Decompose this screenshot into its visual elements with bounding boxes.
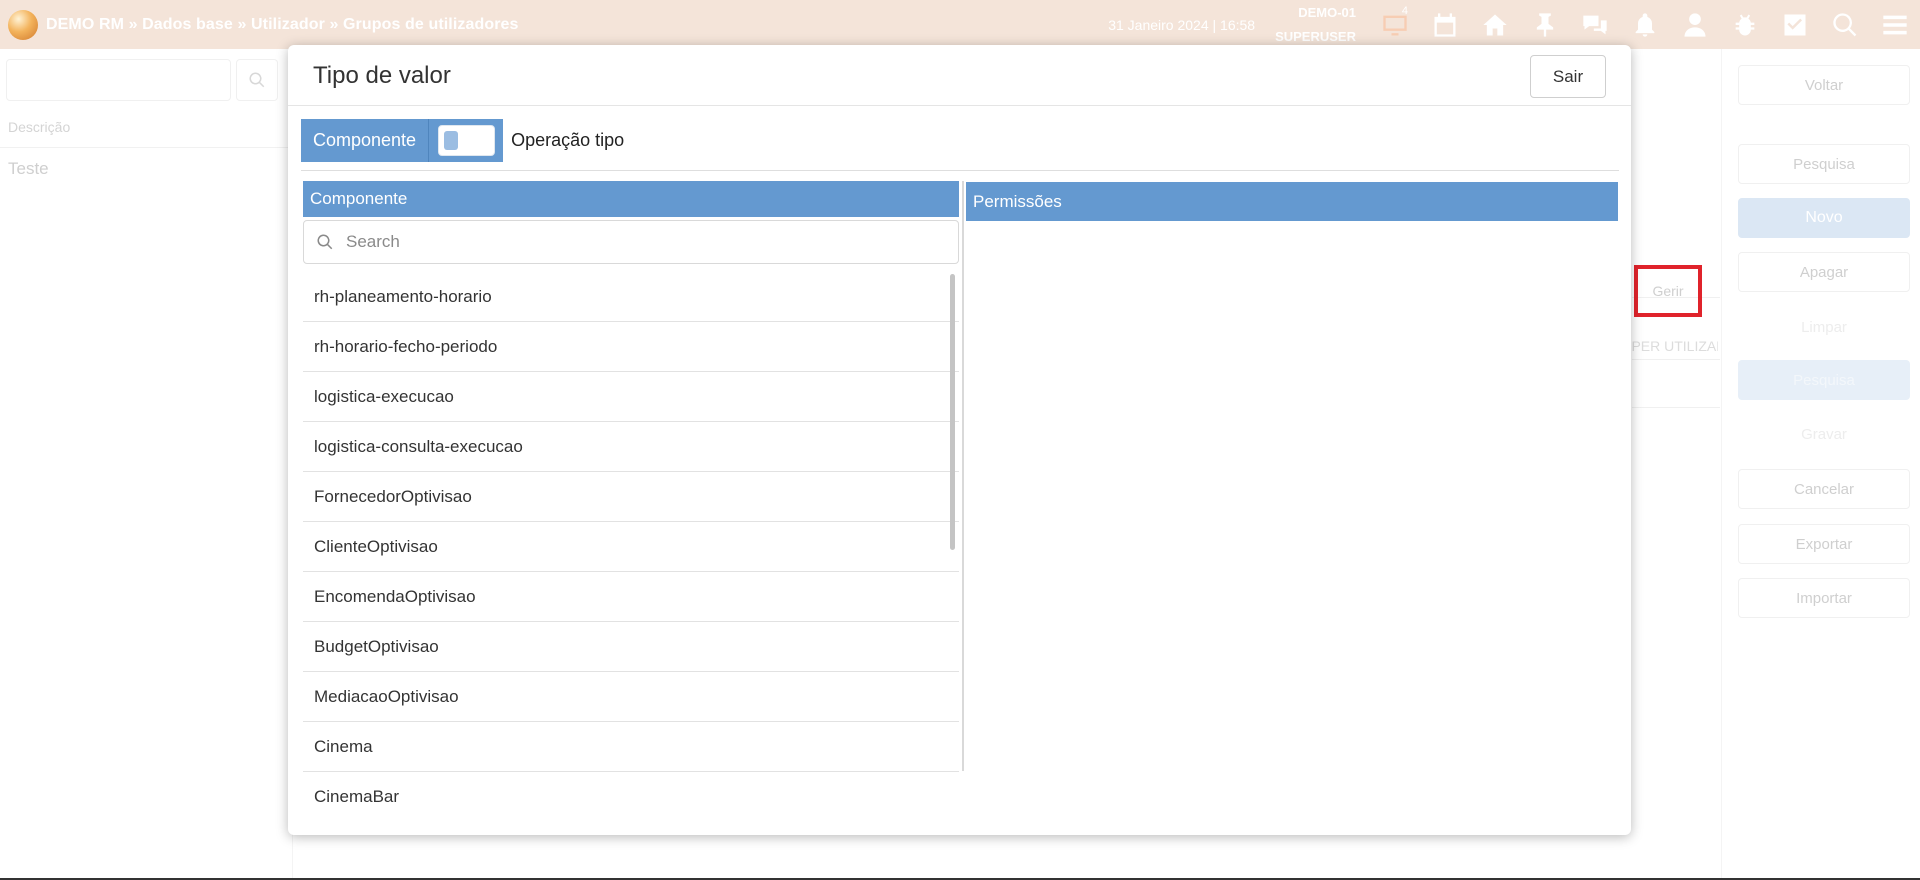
bug-icon[interactable] [1720,0,1770,49]
top-bar: DEMO RM » Dados base » Utilizador » Grup… [0,0,1920,49]
divider [1632,407,1720,408]
divider [301,170,1619,171]
user-icon[interactable] [1670,0,1720,49]
list-item[interactable]: BudgetOptivisao [303,622,959,672]
permissoes-header: Permissões [966,182,1618,221]
modal-title: Tipo de valor [313,62,451,89]
toggle-track [437,125,495,156]
type-toggle: Componente Operação tipo [301,119,624,162]
monitor-icon[interactable]: 4 [1370,0,1420,49]
search-icon[interactable] [1820,0,1870,49]
topbar-right: 31 Janeiro 2024 | 16:58 DEMO-01 SUPERUSE… [1108,0,1920,49]
menu-icon[interactable] [1870,0,1920,49]
checkbox-icon[interactable] [1770,0,1820,49]
toggle-right-label[interactable]: Operação tipo [511,119,624,162]
exportar-button[interactable]: Exportar [1738,524,1910,564]
gravar-button[interactable]: Gravar [1738,414,1910,454]
bg-table-row[interactable]: Teste [8,159,49,179]
list-item[interactable]: MediacaoOptivisao [303,672,959,722]
search-icon [317,234,333,250]
pesquisa-button[interactable]: Pesquisa [1738,144,1910,184]
permissoes-panel: Permissões [966,182,1618,221]
bg-column-header: Descrição [8,119,71,135]
sair-button[interactable]: Sair [1530,55,1606,98]
list-item[interactable]: FornecedorOptivisao [303,472,959,522]
bell-icon[interactable] [1620,0,1670,49]
pesquisa-secondary-button[interactable]: Pesquisa [1738,360,1910,400]
list-item[interactable]: EncomendaOptivisao [303,572,959,622]
importar-button[interactable]: Importar [1738,578,1910,618]
app-logo[interactable] [8,9,38,40]
user-company: DEMO-01 [1298,4,1356,20]
novo-button[interactable]: Novo [1738,198,1910,238]
apagar-button[interactable]: Apagar [1738,252,1910,292]
bg-search-input[interactable] [6,59,231,101]
divider [1721,49,1722,880]
toggle-left-label[interactable]: Componente [301,119,429,162]
list-item[interactable]: rh-horario-fecho-periodo [303,322,959,372]
list-item[interactable]: logistica-execucao [303,372,959,422]
componente-panel: Componente rh-planeamento-horario rh-hor… [303,181,959,826]
gerir-button[interactable]: Gerir [1634,265,1702,317]
pin-icon[interactable] [1520,0,1570,49]
user-info[interactable]: DEMO-01 SUPERUSER [1275,1,1356,49]
componente-header: Componente [303,181,959,217]
list-item[interactable]: CinemaBar [303,772,959,822]
chat-icon[interactable] [1570,0,1620,49]
toggle-knob [443,131,458,150]
divider [0,147,292,148]
component-search-input[interactable] [346,232,906,252]
divider [288,105,1631,106]
calendar-icon[interactable] [1420,0,1470,49]
component-search [303,220,959,264]
tipo-de-valor-modal: Tipo de valor Sair Componente Operação t… [288,45,1631,835]
breadcrumb[interactable]: DEMO RM » Dados base » Utilizador » Grup… [46,16,519,34]
list-item[interactable]: rh-planeamento-horario [303,272,959,322]
list-item[interactable]: logistica-consulta-execucao [303,422,959,472]
datetime: 31 Janeiro 2024 | 16:58 [1108,16,1256,33]
component-list: rh-planeamento-horario rh-horario-fecho-… [303,272,959,822]
list-item[interactable]: ClienteOptivisao [303,522,959,572]
divider [1632,359,1720,360]
cancelar-button[interactable]: Cancelar [1738,469,1910,509]
panel-separator [962,181,964,771]
monitor-badge: 4 [1401,5,1408,17]
toggle-switch[interactable] [428,119,504,162]
list-scrollbar[interactable] [950,274,955,550]
home-icon[interactable] [1470,0,1520,49]
list-item[interactable]: Cinema [303,722,959,772]
search-icon [249,72,265,88]
bg-search-button[interactable] [236,59,278,101]
voltar-button[interactable]: Voltar [1738,65,1910,105]
limpar-button[interactable]: Limpar [1738,307,1910,347]
